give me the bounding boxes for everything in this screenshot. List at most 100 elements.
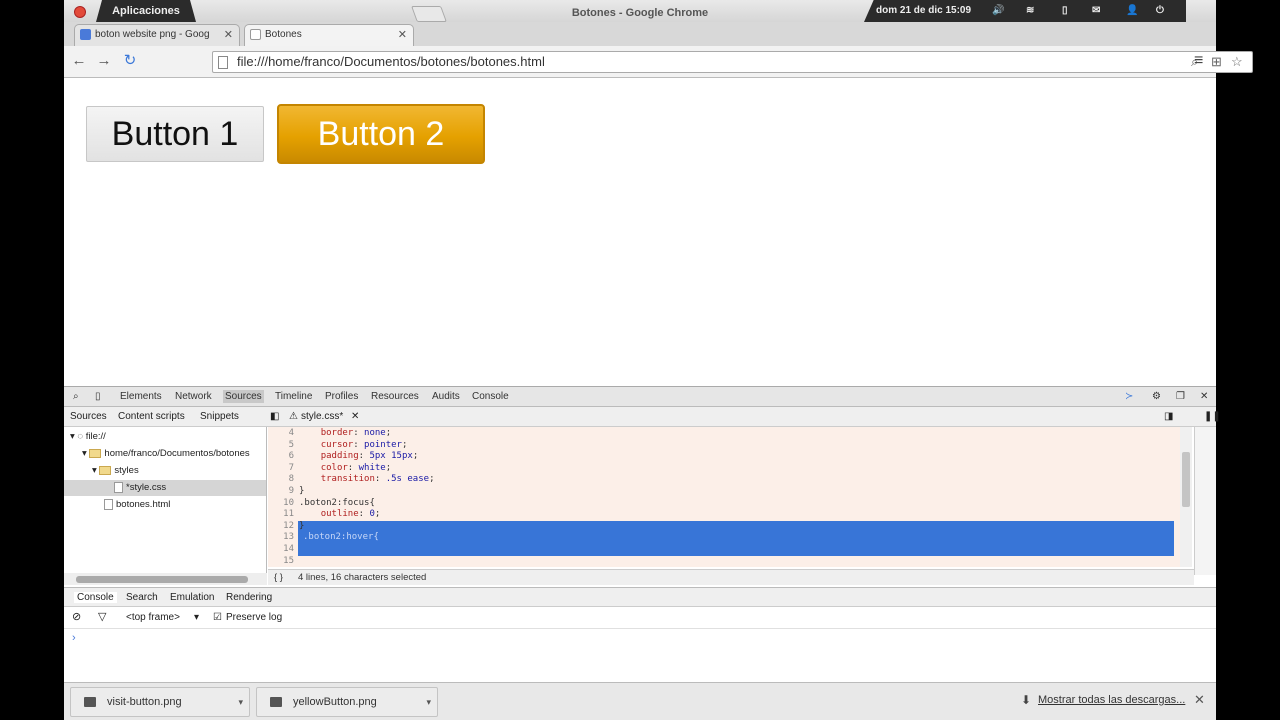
tab-sources[interactable]: Sources	[223, 390, 264, 403]
download-item-yellow-button[interactable]: yellowButton.png ▾	[256, 687, 438, 717]
tree-item-botones-html[interactable]: botones.html	[104, 497, 170, 513]
editor-scrollbar[interactable]	[1180, 427, 1192, 567]
forward-icon[interactable]: →	[95, 52, 113, 70]
tab-timeline[interactable]: Timeline	[275, 391, 312, 402]
close-tab-icon[interactable]: ✕	[398, 25, 407, 45]
chevron-down-icon[interactable]: ▾	[238, 688, 243, 716]
tree-item-folder[interactable]: ▾ home/franco/Documentos/botones	[82, 446, 267, 462]
close-file-icon[interactable]: ✕	[351, 411, 359, 422]
clear-console-icon[interactable]: ⊘	[72, 610, 81, 623]
code-line: cursor: pointer;	[320, 439, 408, 450]
editor-status-bar: { } 4 lines, 16 characters selected	[268, 569, 1194, 585]
code-line: padding: 5px 15px;	[320, 451, 419, 462]
line-number: 14	[283, 544, 294, 554]
url-text[interactable]: file:///home/franco/Documentos/botones/b…	[237, 54, 545, 69]
chrome-menu-icon[interactable]: ≡	[1194, 52, 1203, 70]
chevron-down-icon[interactable]: ▾	[194, 612, 199, 623]
file-navigator: ▾ ◌ file:// ▾ home/franco/Documentos/bot…	[64, 427, 267, 575]
code-line: outline: 0;	[320, 509, 381, 520]
button-2[interactable]: Button 2	[277, 104, 485, 164]
page-icon	[218, 56, 228, 69]
tab-profiles[interactable]: Profiles	[325, 391, 358, 402]
drawer-tab-emulation[interactable]: Emulation	[170, 592, 214, 603]
translate-icon[interactable]: ⊞	[1211, 54, 1222, 70]
wifi-icon[interactable]: ≋	[1026, 5, 1034, 16]
dock-icon[interactable]: ❐	[1176, 391, 1185, 402]
drawer-tabs: Console Search Emulation Rendering	[64, 587, 1216, 607]
code-editor[interactable]: 4 border: none; 5 cursor: pointer; 6 paddi…	[268, 427, 1192, 567]
console-toolbar: ⊘ ▽ <top frame> ▾ ☑ Preserve log	[64, 607, 1216, 629]
tree-item-style-css[interactable]: *style.css	[64, 480, 266, 496]
battery-icon[interactable]: ▯	[1062, 5, 1068, 16]
downloads-bar: visit-button.png ▾ yellowButton.png ▾ ⬇ …	[64, 682, 1216, 720]
tab-resources[interactable]: Resources	[371, 391, 419, 402]
line-number: 11	[283, 509, 294, 520]
console-drawer-icon[interactable]: ≻	[1125, 391, 1133, 402]
address-bar[interactable]: file:///home/franco/Documentos/botones/b…	[212, 51, 1253, 73]
selection-status: 4 lines, 16 characters selected	[298, 572, 427, 583]
bookmark-star-icon[interactable]: ☆	[1231, 54, 1243, 70]
tab-audits[interactable]: Audits	[432, 391, 460, 402]
clock[interactable]: dom 21 de dic 15:09	[876, 5, 971, 16]
open-file-tab[interactable]: style.css*	[301, 411, 343, 422]
css-value: .5s ease	[385, 474, 430, 485]
toggle-navigator-icon[interactable]: ◧	[270, 411, 279, 422]
filter-icon[interactable]: ▽	[98, 610, 106, 623]
download-item-visit-button[interactable]: visit-button.png ▾	[70, 687, 250, 717]
download-icon: ⬇	[1021, 693, 1032, 707]
close-devtools-icon[interactable]: ✕	[1200, 391, 1208, 402]
new-tab-button[interactable]	[411, 6, 447, 22]
tab-network[interactable]: Network	[175, 391, 212, 402]
close-tab-icon[interactable]: ✕	[224, 25, 233, 45]
tab-boton-website[interactable]: boton website png - Goog ✕	[74, 24, 240, 46]
subtab-sources[interactable]: Sources	[70, 411, 107, 422]
show-all-downloads-link[interactable]: Mostrar todas las descargas...	[1038, 694, 1185, 706]
frame-selector[interactable]: <top frame>	[126, 612, 180, 623]
devtools-tabs: ⌕ ▯ Elements Network Sources Timeline Pr…	[64, 386, 1216, 407]
text-selection	[298, 521, 1174, 556]
tab-botones[interactable]: Botones ✕	[244, 24, 414, 46]
button-1[interactable]: Button 1	[86, 106, 264, 162]
tab-console[interactable]: Console	[472, 391, 509, 402]
tree-item-root[interactable]: ▾ ◌ file://	[70, 429, 106, 445]
tab-elements[interactable]: Elements	[120, 391, 162, 402]
css-property: border	[320, 428, 354, 438]
line-number: 10	[283, 497, 294, 508]
line-number: 9	[288, 486, 294, 496]
pretty-print-icon[interactable]: { }	[274, 572, 283, 583]
subtab-snippets[interactable]: Snippets	[200, 411, 239, 422]
console-prompt[interactable]: ›	[72, 632, 76, 644]
power-icon[interactable]: ⏻	[1156, 5, 1164, 16]
line-number: 5	[288, 439, 294, 450]
warning-icon: ⚠	[289, 411, 298, 422]
toggle-debugger-icon[interactable]: ◨	[1164, 411, 1173, 422]
back-icon[interactable]: ←	[70, 52, 88, 70]
code-line: }	[299, 520, 305, 531]
preserve-log-checkbox[interactable]: ☑	[213, 612, 222, 623]
chevron-down-icon[interactable]: ▾	[426, 688, 431, 716]
inspect-icon[interactable]: ⌕	[73, 391, 79, 402]
reload-icon[interactable]: ↻	[121, 52, 139, 70]
code-line: border: none;	[320, 428, 392, 438]
css-property: transition	[320, 474, 375, 485]
drawer-tab-rendering[interactable]: Rendering	[226, 592, 272, 603]
mail-icon[interactable]: ✉	[1092, 5, 1100, 16]
css-value: 5px 15px	[369, 451, 413, 462]
system-tray: dom 21 de dic 15:09 🔊 ≋ ▯ ✉ 👤 ⏻	[864, 0, 1186, 22]
scroll-thumb[interactable]	[76, 576, 248, 583]
volume-icon[interactable]: 🔊	[992, 5, 1004, 16]
sources-subtabs: Sources Content scripts Snippets ◧ ⚠ sty…	[64, 407, 1221, 427]
user-icon[interactable]: 👤	[1126, 5, 1138, 16]
subtab-content-scripts[interactable]: Content scripts	[118, 411, 185, 422]
line-number: 7	[288, 462, 294, 473]
drawer-tab-search[interactable]: Search	[126, 592, 158, 603]
tree-item-styles[interactable]: ▾ styles	[92, 463, 139, 479]
scroll-thumb[interactable]	[1182, 452, 1190, 507]
image-file-icon	[270, 697, 282, 707]
drawer-tab-console[interactable]: Console	[74, 592, 117, 603]
navigator-scrollbar[interactable]	[64, 573, 267, 585]
device-mode-icon[interactable]: ▯	[95, 391, 101, 402]
pause-icon[interactable]: ❚❚	[1204, 411, 1221, 422]
close-downloads-icon[interactable]: ✕	[1194, 692, 1205, 708]
settings-gear-icon[interactable]: ⚙	[1152, 391, 1161, 402]
